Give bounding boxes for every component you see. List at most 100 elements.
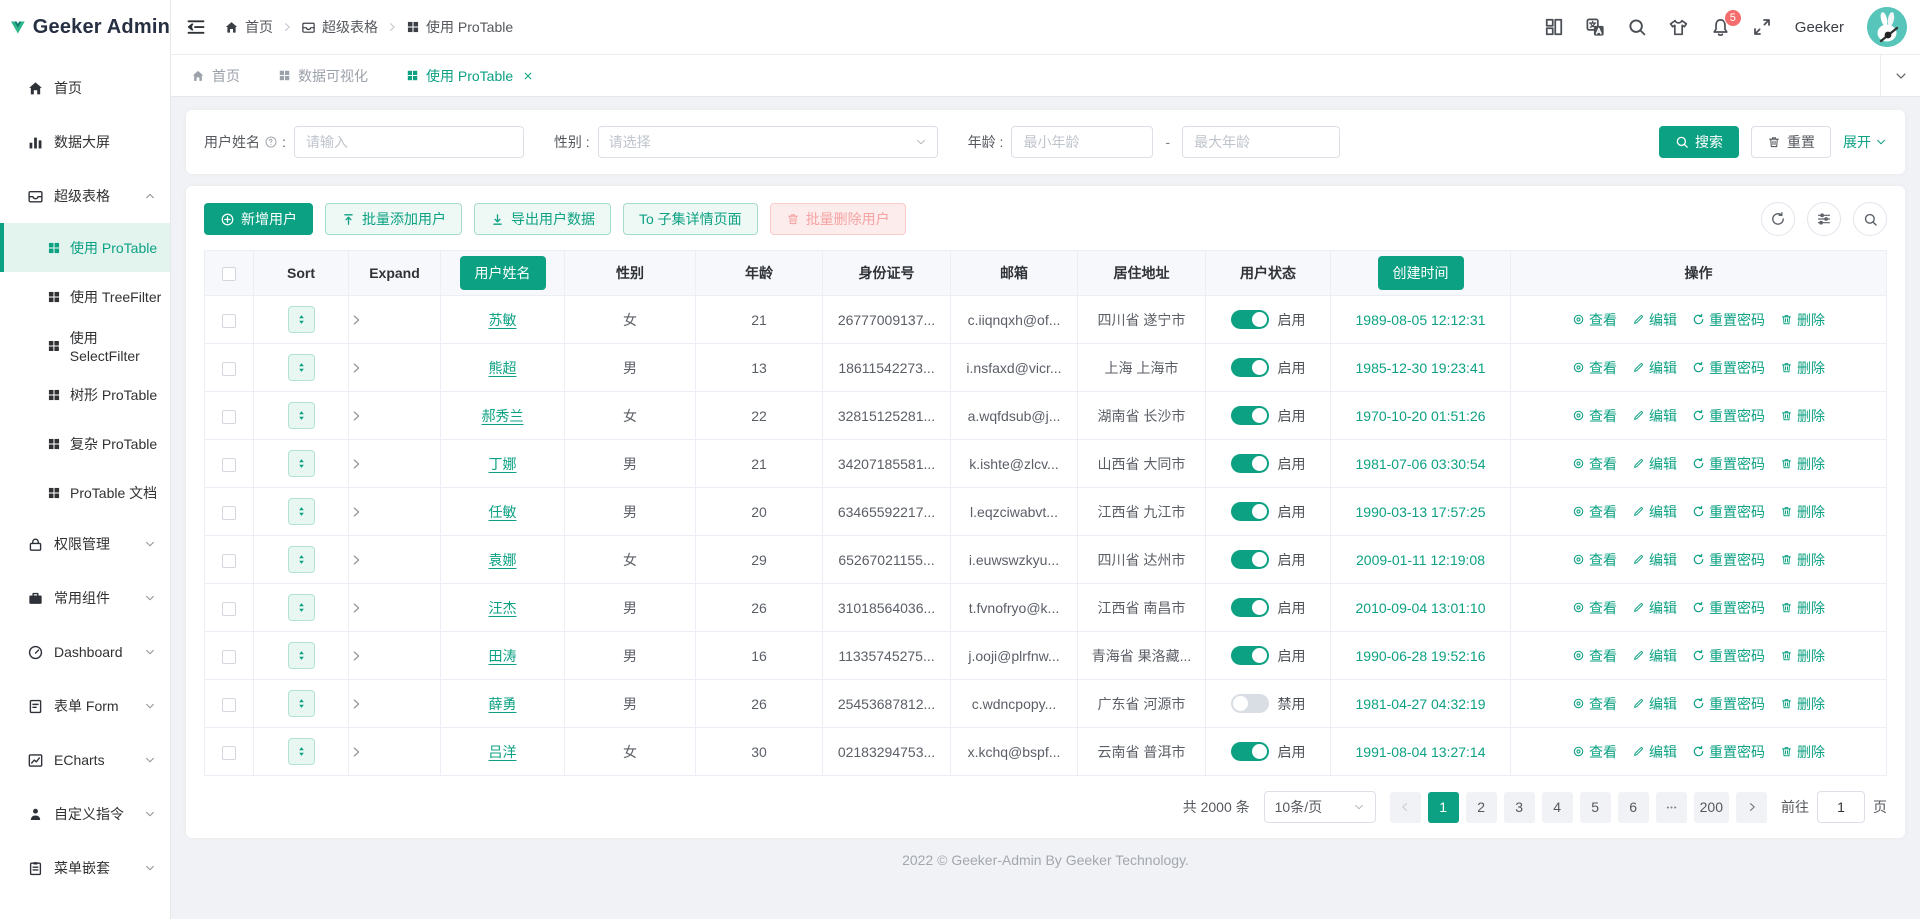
view-link[interactable]: 查看 bbox=[1572, 742, 1617, 762]
view-link[interactable]: 查看 bbox=[1572, 502, 1617, 522]
logo[interactable]: Geeker Admin bbox=[0, 0, 170, 55]
status-toggle[interactable] bbox=[1230, 502, 1269, 521]
expand-row-icon[interactable] bbox=[349, 457, 363, 471]
sidebar-item-use-protable[interactable]: 使用 ProTable bbox=[0, 223, 170, 272]
batch-add-users-button[interactable]: 批量添加用户 bbox=[325, 203, 462, 235]
status-toggle[interactable] bbox=[1230, 550, 1269, 569]
row-checkbox[interactable] bbox=[222, 649, 236, 664]
tab-dataviz[interactable]: 数据可视化 bbox=[278, 66, 368, 86]
delete-link[interactable]: 删除 bbox=[1780, 406, 1825, 426]
sidebar-item-use-selectfilter[interactable]: 使用 SelectFilter bbox=[0, 321, 170, 370]
tab-home[interactable]: 首页 bbox=[191, 66, 240, 86]
row-checkbox[interactable] bbox=[222, 457, 236, 472]
reset-password-link[interactable]: 重置密码 bbox=[1692, 358, 1765, 378]
user-name-link[interactable]: 郝秀兰 bbox=[482, 408, 524, 424]
page-size-select[interactable]: 10条/页 bbox=[1263, 791, 1376, 823]
row-checkbox[interactable] bbox=[222, 601, 236, 616]
drag-sort-button[interactable] bbox=[287, 402, 315, 429]
search-button[interactable]: 搜索 bbox=[1659, 126, 1739, 158]
page-button[interactable]: 4 bbox=[1541, 791, 1573, 823]
reset-password-link[interactable]: 重置密码 bbox=[1692, 694, 1765, 714]
delete-link[interactable]: 删除 bbox=[1780, 742, 1825, 762]
page-button[interactable]: 6 bbox=[1617, 791, 1649, 823]
sidebar-item-directives[interactable]: 自定义指令 bbox=[0, 787, 170, 841]
collapse-sidebar-icon[interactable] bbox=[186, 17, 206, 37]
add-user-button[interactable]: 新增用户 bbox=[204, 203, 313, 235]
fullscreen-icon[interactable] bbox=[1752, 17, 1772, 37]
user-name-link[interactable]: 吕洋 bbox=[489, 744, 517, 760]
close-icon[interactable] bbox=[522, 70, 534, 82]
row-checkbox[interactable] bbox=[222, 505, 236, 520]
refresh-table-button[interactable] bbox=[1761, 202, 1795, 236]
theme-shirt-icon[interactable] bbox=[1668, 17, 1689, 38]
sidebar-item-auth[interactable]: 权限管理 bbox=[0, 517, 170, 571]
edit-link[interactable]: 编辑 bbox=[1632, 502, 1677, 522]
avatar[interactable] bbox=[1867, 7, 1907, 47]
drag-sort-button[interactable] bbox=[287, 738, 315, 765]
reset-password-link[interactable]: 重置密码 bbox=[1692, 454, 1765, 474]
reset-password-link[interactable]: 重置密码 bbox=[1692, 598, 1765, 618]
sidebar-item-form[interactable]: 表单 Form bbox=[0, 679, 170, 733]
user-name-link[interactable]: 苏敏 bbox=[489, 312, 517, 328]
user-name-link[interactable]: 薛勇 bbox=[489, 696, 517, 712]
edit-link[interactable]: 编辑 bbox=[1632, 406, 1677, 426]
gender-select[interactable]: 请选择 bbox=[597, 126, 938, 158]
expand-row-icon[interactable] bbox=[349, 313, 363, 327]
edit-link[interactable]: 编辑 bbox=[1632, 694, 1677, 714]
next-page-button[interactable] bbox=[1736, 791, 1767, 823]
search-icon[interactable] bbox=[1627, 17, 1647, 37]
drag-sort-button[interactable] bbox=[287, 306, 315, 333]
status-toggle[interactable] bbox=[1230, 694, 1269, 713]
more-pages-button[interactable] bbox=[1655, 791, 1687, 823]
tab-use-protable[interactable]: 使用 ProTable bbox=[406, 66, 534, 86]
edit-link[interactable]: 编辑 bbox=[1632, 646, 1677, 666]
edit-link[interactable]: 编辑 bbox=[1632, 742, 1677, 762]
expand-row-icon[interactable] bbox=[349, 409, 363, 423]
tab-options-button[interactable] bbox=[1880, 55, 1920, 96]
sidebar-item-home[interactable]: 首页 bbox=[0, 61, 170, 115]
delete-link[interactable]: 删除 bbox=[1780, 598, 1825, 618]
sidebar-item-nestmenu[interactable]: 菜单嵌套 bbox=[0, 841, 170, 895]
created-header-chip[interactable]: 创建时间 bbox=[1377, 256, 1464, 290]
batch-delete-users-button[interactable]: 批量删除用户 bbox=[769, 203, 906, 235]
status-toggle[interactable] bbox=[1230, 598, 1269, 617]
row-checkbox[interactable] bbox=[222, 409, 236, 424]
drag-sort-button[interactable] bbox=[287, 354, 315, 381]
sidebar-item-echarts[interactable]: ECharts bbox=[0, 733, 170, 787]
expand-row-icon[interactable] bbox=[349, 697, 363, 711]
delete-link[interactable]: 删除 bbox=[1780, 502, 1825, 522]
export-users-button[interactable]: 导出用户数据 bbox=[474, 203, 611, 235]
notification-bell[interactable]: 5 bbox=[1710, 8, 1742, 38]
drag-sort-button[interactable] bbox=[287, 594, 315, 621]
username[interactable]: Geeker bbox=[1795, 19, 1844, 36]
to-detail-page-button[interactable]: To 子集详情页面 bbox=[623, 203, 758, 235]
delete-link[interactable]: 删除 bbox=[1780, 454, 1825, 474]
user-name-link[interactable]: 任敏 bbox=[489, 504, 517, 520]
view-link[interactable]: 查看 bbox=[1572, 406, 1617, 426]
page-button[interactable]: 1 bbox=[1427, 791, 1459, 823]
reset-password-link[interactable]: 重置密码 bbox=[1692, 310, 1765, 330]
reset-password-link[interactable]: 重置密码 bbox=[1692, 742, 1765, 762]
sidebar-item-components[interactable]: 常用组件 bbox=[0, 571, 170, 625]
row-checkbox[interactable] bbox=[222, 361, 236, 376]
edit-link[interactable]: 编辑 bbox=[1632, 454, 1677, 474]
status-toggle[interactable] bbox=[1230, 454, 1269, 473]
sidebar-item-dashboard[interactable]: Dashboard bbox=[0, 625, 170, 679]
view-link[interactable]: 查看 bbox=[1572, 550, 1617, 570]
sidebar-item-complex-protable[interactable]: 复杂 ProTable bbox=[0, 419, 170, 468]
prev-page-button[interactable] bbox=[1389, 791, 1421, 823]
breadcrumb-supertable[interactable]: 超级表格 bbox=[301, 17, 378, 37]
reset-button[interactable]: 重置 bbox=[1751, 126, 1831, 158]
row-checkbox[interactable] bbox=[222, 313, 236, 328]
edit-link[interactable]: 编辑 bbox=[1632, 550, 1677, 570]
username-header-chip[interactable]: 用户姓名 bbox=[459, 256, 546, 290]
delete-link[interactable]: 删除 bbox=[1780, 646, 1825, 666]
expand-filters-button[interactable]: 展开 bbox=[1843, 132, 1887, 152]
page-button[interactable]: 3 bbox=[1503, 791, 1535, 823]
delete-link[interactable]: 删除 bbox=[1780, 694, 1825, 714]
edit-link[interactable]: 编辑 bbox=[1632, 310, 1677, 330]
user-name-link[interactable]: 汪杰 bbox=[489, 600, 517, 616]
drag-sort-button[interactable] bbox=[287, 642, 315, 669]
expand-row-icon[interactable] bbox=[349, 553, 363, 567]
page-button[interactable]: 2 bbox=[1465, 791, 1497, 823]
